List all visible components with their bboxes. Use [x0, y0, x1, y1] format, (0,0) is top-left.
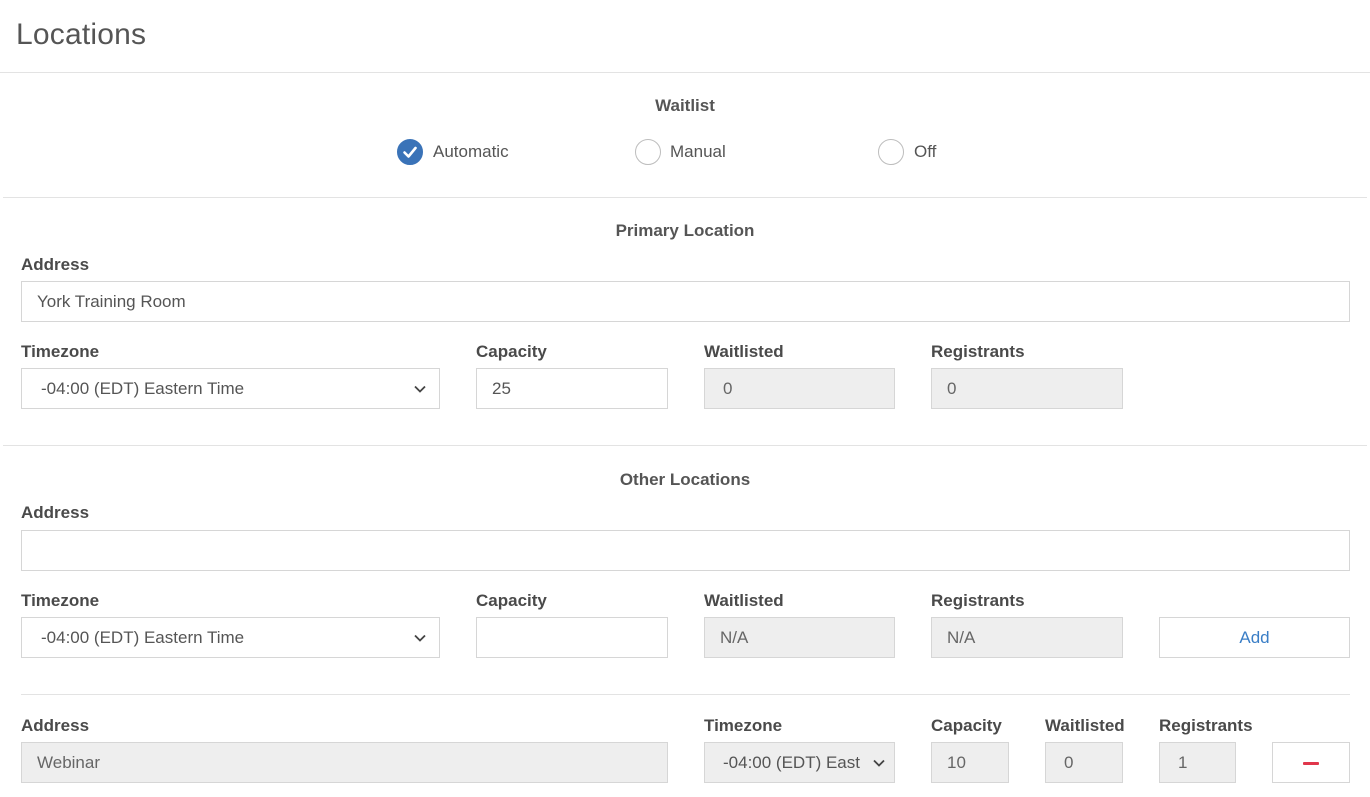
header-divider [0, 72, 1370, 73]
chevron-down-icon [414, 634, 426, 642]
existing-waitlisted-field: 0 [1045, 742, 1123, 783]
existing-registrants-field: 1 [1159, 742, 1236, 783]
timezone-value: -04:00 (EDT) East [723, 753, 860, 772]
existing-timezone-select[interactable]: -04:00 (EDT) East [704, 742, 895, 783]
address-label: Address [21, 716, 90, 735]
waitlisted-label: Waitlisted [704, 591, 784, 610]
radio-unchecked[interactable] [635, 139, 661, 165]
capacity-label: Capacity [931, 716, 1002, 735]
capacity-label: Capacity [476, 591, 547, 610]
timezone-label: Timezone [21, 342, 100, 361]
waitlisted-label: Waitlisted [704, 342, 784, 361]
other-capacity-input[interactable] [476, 617, 668, 658]
registrants-label: Registrants [931, 591, 1025, 610]
waitlisted-label: Waitlisted [1045, 716, 1125, 735]
primary-location-title: Primary Location [615, 221, 755, 240]
primary-waitlisted-field: 0 [704, 368, 895, 409]
address-label: Address [21, 255, 90, 274]
waitlist-option-label: Manual [670, 142, 726, 161]
primary-registrants-field: 0 [931, 368, 1123, 409]
minus-icon [1303, 762, 1319, 765]
radio-checked[interactable] [397, 139, 423, 165]
page-title: Locations [16, 18, 147, 51]
other-timezone-select[interactable]: -04:00 (EDT) Eastern Time [21, 617, 440, 658]
remove-location-button[interactable] [1272, 742, 1350, 783]
chevron-down-icon [873, 759, 885, 767]
primary-address-input[interactable]: York Training Room [21, 281, 1350, 322]
registrants-label: Registrants [931, 342, 1025, 361]
radio-unchecked[interactable] [878, 139, 904, 165]
primary-timezone-select[interactable]: -04:00 (EDT) Eastern Time [21, 368, 440, 409]
existing-capacity-field: 10 [931, 742, 1009, 783]
waitlist-title: Waitlist [655, 96, 715, 115]
address-label: Address [21, 503, 90, 522]
waitlist-option-off[interactable] [878, 139, 904, 165]
primary-capacity-input[interactable]: 25 [476, 368, 668, 409]
waitlist-option-manual[interactable] [635, 139, 661, 165]
existing-address-field: Webinar [21, 742, 668, 783]
timezone-label: Timezone [21, 591, 100, 610]
section-divider [3, 445, 1367, 446]
other-waitlisted-field: N/A [704, 617, 895, 658]
other-address-input[interactable] [21, 530, 1350, 571]
registrants-label: Registrants [1159, 716, 1253, 735]
add-location-button[interactable]: Add [1159, 617, 1350, 658]
section-divider [3, 197, 1367, 198]
timezone-value: -04:00 (EDT) Eastern Time [41, 379, 245, 398]
other-registrants-field: N/A [931, 617, 1123, 658]
row-divider [21, 694, 1350, 695]
check-icon [403, 146, 417, 158]
capacity-label: Capacity [476, 342, 547, 361]
other-locations-title: Other Locations [619, 470, 751, 489]
timezone-value: -04:00 (EDT) Eastern Time [41, 628, 245, 647]
waitlist-option-automatic[interactable] [397, 139, 423, 165]
timezone-label: Timezone [704, 716, 783, 735]
waitlist-option-label: Automatic [433, 142, 509, 161]
chevron-down-icon [414, 385, 426, 393]
waitlist-option-label: Off [914, 142, 937, 161]
